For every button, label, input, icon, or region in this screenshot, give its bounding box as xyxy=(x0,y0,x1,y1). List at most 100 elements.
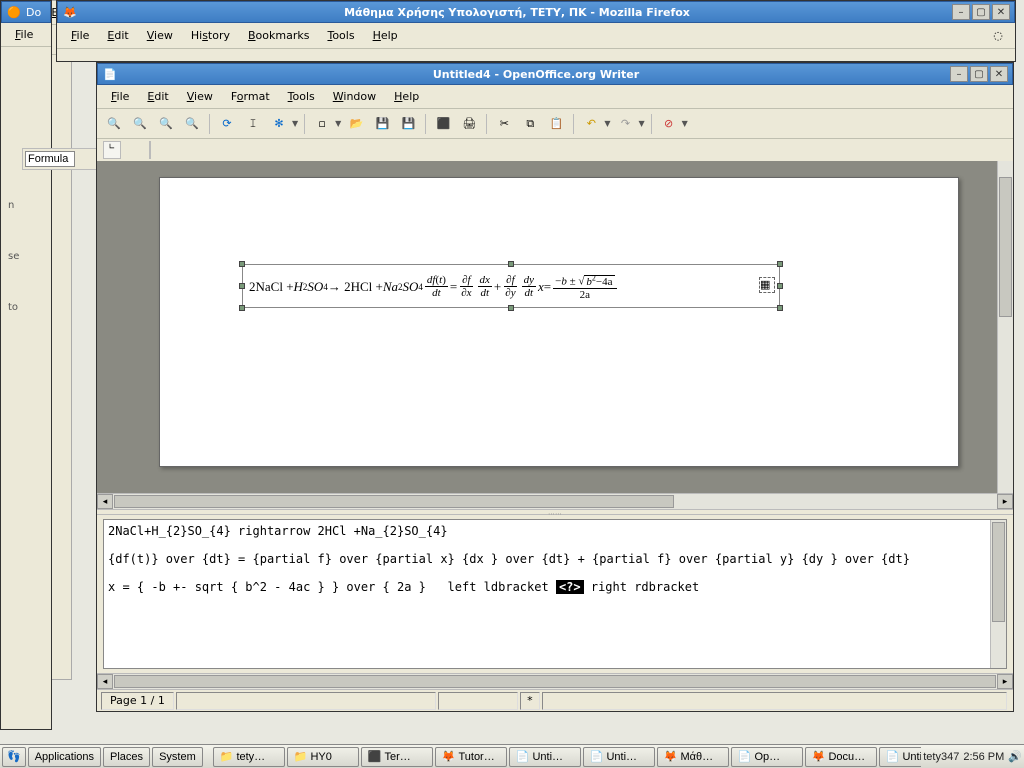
vertical-scrollbar[interactable] xyxy=(997,161,1013,493)
menu-help[interactable]: Help xyxy=(365,26,406,45)
menu-file[interactable]: File xyxy=(103,87,137,106)
minimize-button[interactable]: – xyxy=(950,66,968,82)
close-button[interactable]: ✕ xyxy=(992,4,1010,20)
menu-tools[interactable]: Tools xyxy=(280,87,323,106)
clock[interactable]: 2:56 PM xyxy=(963,751,1004,763)
task-button[interactable]: 📁HY0 xyxy=(287,747,359,767)
minimize-button[interactable]: – xyxy=(952,4,970,20)
task-icon: 📁 xyxy=(220,750,234,763)
zoom-100-icon[interactable]: 🔍 xyxy=(155,113,177,135)
writer-icon: 📄 xyxy=(102,66,118,82)
task-button[interactable]: 📄Unti… xyxy=(879,747,921,767)
task-button[interactable]: 🦊Docu… xyxy=(805,747,877,767)
task-button[interactable]: 📄Unti… xyxy=(583,747,655,767)
menu-edit[interactable]: Edit xyxy=(139,87,176,106)
writer-menubar: File Edit View Format Tools Window Help xyxy=(97,85,1013,109)
writer-titlebar[interactable]: 📄 Untitled4 - OpenOffice.org Writer – ▢ … xyxy=(97,63,1013,85)
menu-view[interactable]: View xyxy=(179,87,221,106)
row-label: se xyxy=(8,251,19,262)
volume-icon[interactable]: 🔊 xyxy=(1008,750,1022,763)
task-icon: 📄 xyxy=(738,750,752,763)
places-menu[interactable]: Places xyxy=(103,747,150,767)
formula-rendered: 2NaCl + H2SO4 → 2HCl + Na2SO4 df(t)dt = … xyxy=(249,273,619,301)
copy-icon[interactable]: ⧉ xyxy=(519,113,541,135)
pdf-icon[interactable]: ⬛ xyxy=(432,113,454,135)
cut-icon[interactable]: ✂ xyxy=(493,113,515,135)
help-icon[interactable]: ⊘ xyxy=(658,113,680,135)
ruler-horizontal[interactable]: 123456789101112131415161718 xyxy=(149,141,151,159)
open-icon[interactable]: 📂 xyxy=(345,113,367,135)
print-icon[interactable]: 🖨 xyxy=(458,113,480,135)
task-icon: ⬛ xyxy=(368,750,382,763)
task-button[interactable]: 🦊Μάθ… xyxy=(657,747,729,767)
task-icon: 📁 xyxy=(294,750,308,763)
zoom-fit-icon[interactable]: 🔍 xyxy=(181,113,203,135)
object-anchor-icon: ▦ xyxy=(759,277,775,293)
redo-icon[interactable]: ↷ xyxy=(614,113,636,135)
formula-object[interactable]: 2NaCl + H2SO4 → 2HCl + Na2SO4 df(t)dt = … xyxy=(242,264,780,308)
menu-help[interactable]: Help xyxy=(386,87,427,106)
writer-title: Untitled4 - OpenOffice.org Writer xyxy=(122,68,950,81)
task-button[interactable]: 📄Unti… xyxy=(509,747,581,767)
calc-titlebar[interactable]: 🟠 Do xyxy=(1,1,51,23)
zoom-out-icon[interactable]: 🔍 xyxy=(129,113,151,135)
formula-source-editor[interactable]: 2NaCl+H_{2}SO_{4} rightarrow 2HCl +Na_{2… xyxy=(103,519,1007,669)
menu-view[interactable]: View xyxy=(139,26,181,45)
user-label[interactable]: tety347 xyxy=(923,751,959,763)
menu-format[interactable]: Format xyxy=(223,87,278,106)
task-button[interactable]: 🦊Tutor… xyxy=(435,747,507,767)
task-icon: 🦊 xyxy=(664,750,678,763)
menu-edit[interactable]: Edit xyxy=(99,26,136,45)
save-icon[interactable]: 💾 xyxy=(371,113,393,135)
cursor-icon[interactable]: 𝙸 xyxy=(242,113,264,135)
page[interactable]: 2NaCl + H2SO4 → 2HCl + Na2SO4 df(t)dt = … xyxy=(159,177,959,467)
splitter[interactable]: ⋯⋯ xyxy=(97,509,1013,515)
gnome-panel: 👣 Applications Places System 📁tety…📁HY0⬛… xyxy=(0,744,1024,768)
applications-menu[interactable]: Applications xyxy=(28,747,101,767)
task-icon: 🦊 xyxy=(812,750,826,763)
task-button[interactable]: 📄Op… xyxy=(731,747,803,767)
scroll-left-icon[interactable]: ◂ xyxy=(97,494,113,509)
undo-icon[interactable]: ↶ xyxy=(580,113,602,135)
editor-scrollbar[interactable] xyxy=(990,520,1006,668)
menu-window[interactable]: Window xyxy=(325,87,384,106)
firefox-icon: 🦊 xyxy=(62,4,78,20)
new-icon[interactable]: ▫ xyxy=(311,113,333,135)
task-button[interactable]: ⬛Ter… xyxy=(361,747,433,767)
maximize-button[interactable]: ▢ xyxy=(970,66,988,82)
refresh-icon[interactable]: ⟳ xyxy=(216,113,238,135)
menu-tools[interactable]: Tools xyxy=(319,26,362,45)
ruler-corner: ∟ xyxy=(103,141,121,159)
task-icon: 🦊 xyxy=(442,750,456,763)
row-label: n xyxy=(8,200,19,211)
system-menu[interactable]: System xyxy=(152,747,203,767)
document-area[interactable]: 2NaCl + H2SO4 → 2HCl + Na2SO4 df(t)dt = … xyxy=(97,161,1013,493)
status-style xyxy=(176,692,436,710)
name-box-input[interactable] xyxy=(25,151,75,167)
task-icon: 📄 xyxy=(516,750,530,763)
menu-history[interactable]: History xyxy=(183,26,238,45)
app-icon: 🟠 xyxy=(6,4,22,20)
paste-icon[interactable]: 📋 xyxy=(545,113,567,135)
maximize-button[interactable]: ▢ xyxy=(972,4,990,20)
horizontal-scrollbar[interactable]: ◂ ▸ xyxy=(97,493,1013,509)
zoom-in-icon[interactable]: 🔍 xyxy=(103,113,125,135)
symbols-icon[interactable]: ✻ xyxy=(268,113,290,135)
saveas-icon[interactable]: 💾 xyxy=(397,113,419,135)
task-button[interactable]: 📁tety… xyxy=(213,747,285,767)
close-button[interactable]: ✕ xyxy=(990,66,1008,82)
menu-file[interactable]: File xyxy=(7,25,41,44)
editor-hscroll[interactable]: ◂▸ xyxy=(97,673,1013,689)
task-icon: 📄 xyxy=(886,750,900,763)
firefox-titlebar[interactable]: 🦊 Μάθημα Χρήσης Υπολογιστή, ΤΕΤΥ, ΠΚ - M… xyxy=(57,1,1015,23)
task-icon: 📄 xyxy=(590,750,604,763)
formula-name-box[interactable] xyxy=(22,148,106,170)
foot-menu-icon[interactable]: 👣 xyxy=(2,747,26,767)
row-label: to xyxy=(8,302,19,313)
menu-file[interactable]: File xyxy=(63,26,97,45)
status-zoom[interactable] xyxy=(438,692,518,710)
status-page: Page 1 / 1 xyxy=(101,692,174,710)
menu-bookmarks[interactable]: Bookmarks xyxy=(240,26,317,45)
status-rest xyxy=(542,692,1007,710)
scroll-right-icon[interactable]: ▸ xyxy=(997,494,1013,509)
